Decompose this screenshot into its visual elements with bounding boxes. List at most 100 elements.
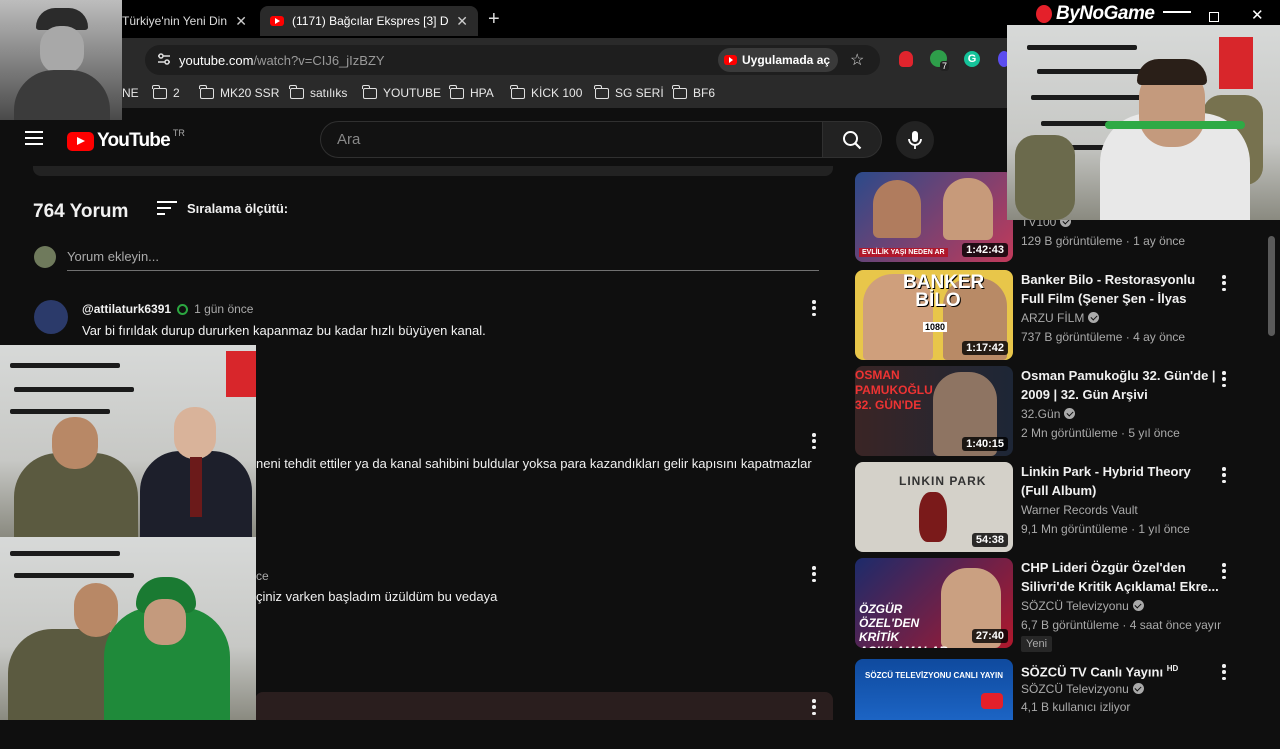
bookmark-folder[interactable]: satılıks — [289, 84, 347, 100]
browser-tab-active[interactable]: (1171) Bağcılar Ekspres [3] D ✕ — [260, 6, 478, 36]
comment-text: çiniz varken başladım üzüldüm bu vedaya — [256, 589, 498, 604]
folder-icon — [289, 84, 304, 99]
hamburger-menu-icon[interactable] — [25, 131, 43, 145]
member-badge-icon — [177, 303, 189, 315]
video-thumbnail[interactable]: LINKIN PARK 54:38 — [855, 462, 1013, 552]
comment-author[interactable]: @attilaturk6391 — [82, 302, 171, 316]
bookmark-folder[interactable]: SG SERİ — [594, 84, 664, 100]
close-tab-icon[interactable]: ✕ — [235, 13, 247, 30]
sort-icon — [157, 201, 177, 215]
close-tab-icon[interactable]: ✕ — [456, 13, 468, 30]
minimize-icon[interactable] — [1163, 11, 1191, 13]
verified-icon — [1132, 600, 1144, 611]
video-meta: 129 B görüntüleme · 1 ay önce — [1021, 234, 1186, 248]
brand-logo-icon — [1036, 5, 1052, 23]
tab-title: (1171) Bağcılar Ekspres [3] D — [292, 14, 449, 28]
extension-icon[interactable] — [899, 51, 913, 67]
video-meta: 2 Mn görüntüleme · 5 yıl önce — [1021, 426, 1180, 440]
sort-button[interactable]: Sıralama ölçütü: — [157, 200, 288, 216]
comment-text: neni tehdit ettiler ya da kanal sahibini… — [256, 456, 812, 471]
youtube-favicon-icon — [270, 16, 284, 26]
video-channel[interactable]: SÖZCÜ Televizyonu — [1021, 682, 1144, 696]
verified-icon — [1064, 408, 1076, 419]
grammarly-icon[interactable]: G — [964, 51, 980, 67]
video-meta: 6,7 B görüntüleme · 4 saat önce yayınlan… — [1021, 618, 1221, 632]
video-thumbnail[interactable]: EVLİLİK YAŞI NEDEN AR 1:42:43 — [855, 172, 1013, 262]
video-title[interactable]: Linkin Park - Hybrid Theory (Full Album) — [1021, 462, 1219, 500]
description-box-edge — [33, 166, 833, 176]
search-input[interactable]: Ara — [320, 121, 823, 158]
bookmark-folder[interactable]: HPA — [449, 84, 494, 100]
comment-time[interactable]: ce — [256, 569, 269, 583]
video-thumbnail[interactable]: SÖZCÜ TELEVİZYONU CANLI YAYIN — [855, 659, 1013, 720]
url-host: youtube.com — [179, 52, 254, 68]
sidebar-video[interactable]: LINKIN PARK 54:38 Linkin Park - Hybrid T… — [855, 462, 1255, 552]
maximize-icon[interactable] — [1209, 12, 1219, 22]
video-menu-icon[interactable] — [1222, 275, 1226, 291]
video-duration: 1:17:42 — [962, 341, 1008, 355]
thumbnail-caption: EVLİLİK YAŞI NEDEN AR — [859, 248, 948, 257]
video-meta: 737 B görüntüleme · 4 ay önce — [1021, 330, 1186, 344]
search-button[interactable] — [822, 121, 882, 158]
bookmark-folder[interactable]: BF6 — [672, 84, 715, 100]
open-in-app-label: Uygulamada aç — [742, 53, 831, 67]
thumbnail-caption: SÖZCÜ TELEVİZYONU CANLI YAYIN — [865, 671, 1003, 680]
video-menu-icon[interactable] — [1222, 664, 1226, 680]
reaction-webcam — [0, 537, 256, 720]
video-title[interactable]: SÖZCÜ TV Canlı Yayını HD — [1021, 659, 1219, 681]
video-thumbnail[interactable]: BANKER BİLO 1080 1:17:42 — [855, 270, 1013, 360]
bookmark-item[interactable]: NE — [122, 86, 139, 100]
voice-search-button[interactable] — [896, 121, 934, 159]
video-menu-icon[interactable] — [1222, 467, 1226, 483]
comment-menu-icon[interactable] — [812, 566, 816, 582]
verified-icon — [1088, 312, 1100, 323]
youtube-logo[interactable]: YouTube TR — [67, 128, 185, 152]
tab-title: Türkiye'nin Yeni Din — [122, 14, 228, 28]
video-thumbnail[interactable]: OSMAN PAMUKOĞLU 32. GÜN'DE 1:40:15 — [855, 366, 1013, 456]
video-title[interactable]: Osman Pamukoğlu 32. Gün'de | 2009 | 32. … — [1021, 366, 1219, 404]
play-icon — [981, 693, 1003, 709]
open-in-app-button[interactable]: Uygulamada aç — [718, 48, 839, 72]
video-menu-icon[interactable] — [1222, 563, 1226, 579]
bookmark-folder[interactable]: MK20 SSR — [199, 84, 279, 100]
sidebar-video[interactable]: BANKER BİLO 1080 1:17:42 Banker Bilo - R… — [855, 270, 1255, 360]
video-duration: 54:38 — [971, 533, 1008, 547]
scrollbar-thumb[interactable] — [1268, 236, 1275, 336]
highlighted-comment — [255, 692, 833, 720]
video-channel[interactable]: SÖZCÜ Televizyonu — [1021, 599, 1144, 613]
bookmark-folder[interactable]: 2 — [152, 84, 180, 100]
close-window-icon[interactable]: ✕ — [1251, 6, 1264, 24]
video-title[interactable]: Banker Bilo - Restorasyonlu Full Film (Ş… — [1021, 270, 1219, 308]
bookmark-folder[interactable]: YOUTUBE — [362, 84, 441, 100]
folder-icon — [199, 84, 214, 99]
sidebar-video[interactable]: ÖZGÜR ÖZEL'DEN KRİTİK AÇIKLAMALAR 27:40 … — [855, 558, 1255, 652]
folder-icon — [510, 84, 525, 99]
browser-tab[interactable]: Türkiye'nin Yeni Din ✕ — [112, 6, 257, 36]
comment-menu-icon[interactable] — [812, 433, 816, 449]
comment-count: 764 Yorum — [33, 201, 129, 222]
comment-time[interactable]: 1 gün önce — [194, 302, 253, 316]
comment-menu-icon[interactable] — [812, 300, 816, 316]
bookmark-star-icon[interactable]: ☆ — [850, 50, 864, 70]
video-title[interactable]: CHP Lideri Özgür Özel'den Silivri'de Kri… — [1021, 558, 1219, 596]
thumbnail-caption: ÖZGÜR ÖZEL'DEN KRİTİK AÇIKLAMALAR — [859, 602, 948, 648]
new-tab-button[interactable]: + — [488, 8, 500, 31]
sidebar-video[interactable]: SÖZCÜ TELEVİZYONU CANLI YAYIN SÖZCÜ TV C… — [855, 659, 1255, 749]
video-thumbnail[interactable]: ÖZGÜR ÖZEL'DEN KRİTİK AÇIKLAMALAR 27:40 — [855, 558, 1013, 648]
comment-menu-icon[interactable] — [812, 699, 816, 715]
video-meta: 9,1 Mn görüntüleme · 1 yıl önce — [1021, 522, 1190, 536]
folder-icon — [594, 84, 609, 99]
video-menu-icon[interactable] — [1222, 371, 1226, 387]
youtube-app-icon — [724, 55, 737, 65]
verified-icon — [1132, 683, 1144, 694]
add-comment-input[interactable]: Yorum ekleyin... — [67, 249, 819, 271]
video-duration: 1:40:15 — [962, 437, 1008, 451]
sidebar-video[interactable]: OSMAN PAMUKOĞLU 32. GÜN'DE 1:40:15 Osman… — [855, 366, 1255, 456]
video-channel[interactable]: Warner Records Vault — [1021, 503, 1138, 517]
folder-icon — [152, 84, 167, 99]
youtube-logo-icon — [67, 131, 94, 151]
video-channel[interactable]: 32.Gün — [1021, 407, 1076, 421]
video-channel[interactable]: ARZU FİLM — [1021, 311, 1100, 325]
bookmark-folder[interactable]: KİCK 100 — [510, 84, 582, 100]
site-info-icon[interactable] — [157, 53, 171, 65]
